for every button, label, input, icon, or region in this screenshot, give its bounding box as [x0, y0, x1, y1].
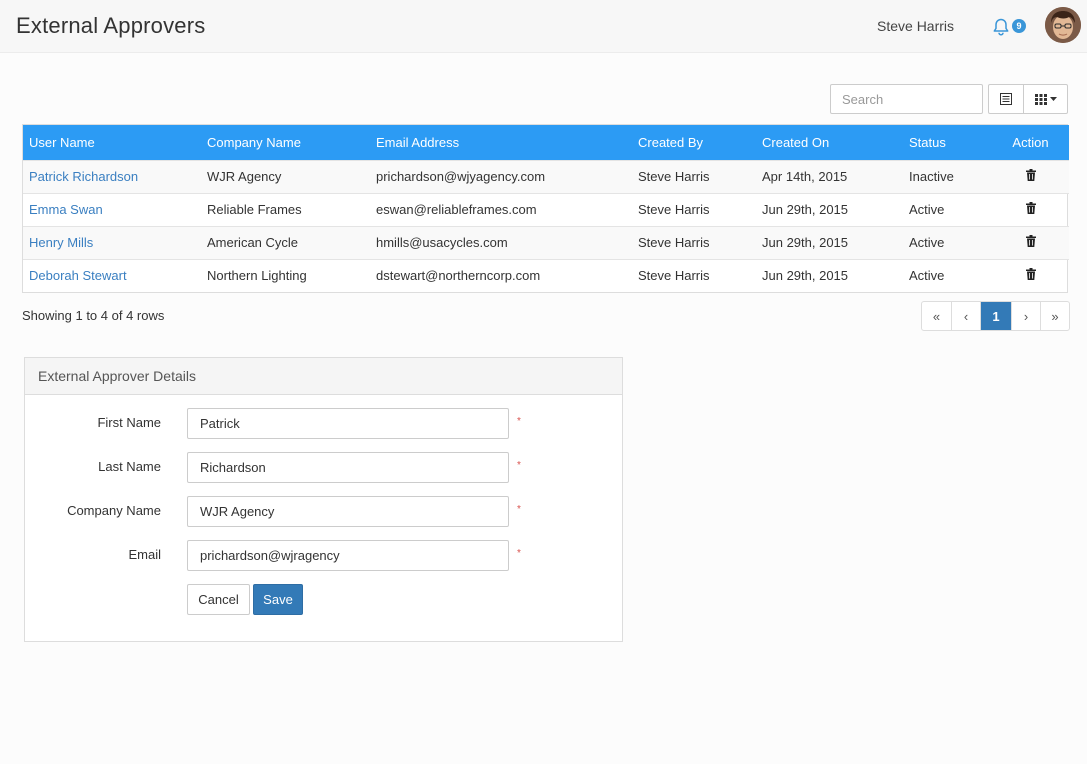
created-by-cell: Steve Harris: [638, 202, 710, 217]
email-cell: eswan@reliableframes.com: [376, 202, 537, 217]
notification-badge: 9: [1012, 19, 1026, 33]
status-cell: Active: [909, 235, 945, 250]
column-header-created-on[interactable]: Created On: [756, 125, 903, 160]
first-name-label: First Name: [97, 415, 161, 430]
action-cell: [992, 193, 1069, 226]
created-on-cell: Jun 29th, 2015: [762, 268, 849, 284]
table-row[interactable]: Henry Mills American Cycle hmills@usacyc…: [23, 226, 1069, 259]
company-cell: Northern Lighting: [207, 268, 307, 284]
bell-icon[interactable]: [991, 17, 1011, 37]
company-cell: American Cycle: [207, 235, 299, 250]
company-name-label: Company Name: [67, 503, 161, 518]
columns-button[interactable]: [1023, 84, 1068, 114]
action-cell: [992, 226, 1069, 259]
required-mark: *: [517, 416, 521, 427]
list-icon: [1000, 93, 1012, 105]
email-label: Email: [128, 547, 161, 562]
required-mark: *: [517, 548, 521, 559]
status-cell: Active: [909, 268, 945, 284]
email-cell: hmills@usacycles.com: [376, 235, 508, 250]
required-mark: *: [517, 504, 521, 515]
cancel-button[interactable]: Cancel: [187, 584, 250, 615]
status-cell: Inactive: [909, 169, 954, 184]
user-link[interactable]: Emma Swan: [29, 202, 103, 217]
page-1-button[interactable]: 1: [980, 302, 1011, 330]
pagination-summary: Showing 1 to 4 of 4 rows: [22, 308, 165, 323]
column-header-action: Action: [1012, 134, 1049, 150]
created-by-cell: Steve Harris: [638, 235, 710, 250]
email-cell: prichardson@wjyagency.com: [376, 169, 546, 184]
first-page-button[interactable]: «: [922, 302, 951, 330]
panel-title: External Approver Details: [25, 358, 622, 395]
last-name-label: Last Name: [98, 459, 161, 474]
table-header-row: User Name Company Name Email Address Cre…: [23, 125, 1069, 160]
save-button[interactable]: Save: [253, 584, 303, 615]
created-on-cell: Apr 14th, 2015: [762, 169, 848, 184]
table-row[interactable]: Deborah Stewart Northern Lighting dstewa…: [23, 259, 1069, 292]
column-header-email[interactable]: Email Address: [370, 125, 632, 160]
top-header: External Approvers Steve Harris 9: [0, 0, 1087, 53]
email-cell: dstewart@northerncorp.com: [376, 268, 541, 284]
user-link[interactable]: Patrick Richardson: [29, 169, 138, 184]
created-on-cell: Jun 29th, 2015: [762, 235, 849, 250]
table-row[interactable]: Emma Swan Reliable Frames eswan@reliable…: [23, 193, 1069, 226]
last-page-button[interactable]: »: [1040, 302, 1069, 330]
trash-icon[interactable]: [1025, 169, 1036, 181]
approvers-table: User Name Company Name Email Address Cre…: [22, 124, 1069, 293]
first-name-field[interactable]: [187, 408, 509, 439]
email-field[interactable]: [187, 540, 509, 571]
company-name-field[interactable]: [187, 496, 509, 527]
caret-down-icon: [1049, 97, 1057, 101]
trash-icon[interactable]: [1025, 235, 1036, 247]
column-header-created-by[interactable]: Created By: [632, 125, 756, 160]
avatar[interactable]: [1045, 7, 1081, 43]
trash-icon[interactable]: [1025, 268, 1036, 281]
pagination: « ‹ 1 › »: [921, 301, 1070, 331]
approver-details-panel: External Approver Details First Name * L…: [24, 357, 623, 642]
next-page-button[interactable]: ›: [1011, 302, 1040, 330]
column-header-company-name[interactable]: Company Name: [201, 125, 370, 160]
toggle-view-button[interactable]: [988, 84, 1024, 114]
column-header-user-name[interactable]: User Name: [23, 125, 201, 160]
action-cell: [992, 259, 1069, 292]
required-mark: *: [517, 460, 521, 471]
action-cell: [992, 160, 1069, 193]
user-link[interactable]: Deborah Stewart: [29, 268, 127, 283]
user-name[interactable]: Steve Harris: [877, 18, 954, 34]
status-cell: Active: [909, 202, 945, 217]
page-title: External Approvers: [16, 13, 206, 38]
company-cell: WJR Agency: [207, 169, 282, 184]
trash-icon[interactable]: [1025, 202, 1036, 214]
created-by-cell: Steve Harris: [638, 268, 710, 284]
prev-page-button[interactable]: ‹: [951, 302, 980, 330]
created-by-cell: Steve Harris: [638, 169, 710, 184]
company-cell: Reliable Frames: [207, 202, 302, 217]
last-name-field[interactable]: [187, 452, 509, 483]
created-on-cell: Jun 29th, 2015: [762, 202, 849, 217]
search-input[interactable]: [830, 84, 983, 114]
column-header-status[interactable]: Status: [903, 125, 992, 160]
table-row[interactable]: Patrick Richardson WJR Agency prichardso…: [23, 160, 1069, 193]
grid-icon: [1034, 94, 1047, 105]
user-link[interactable]: Henry Mills: [29, 235, 93, 250]
